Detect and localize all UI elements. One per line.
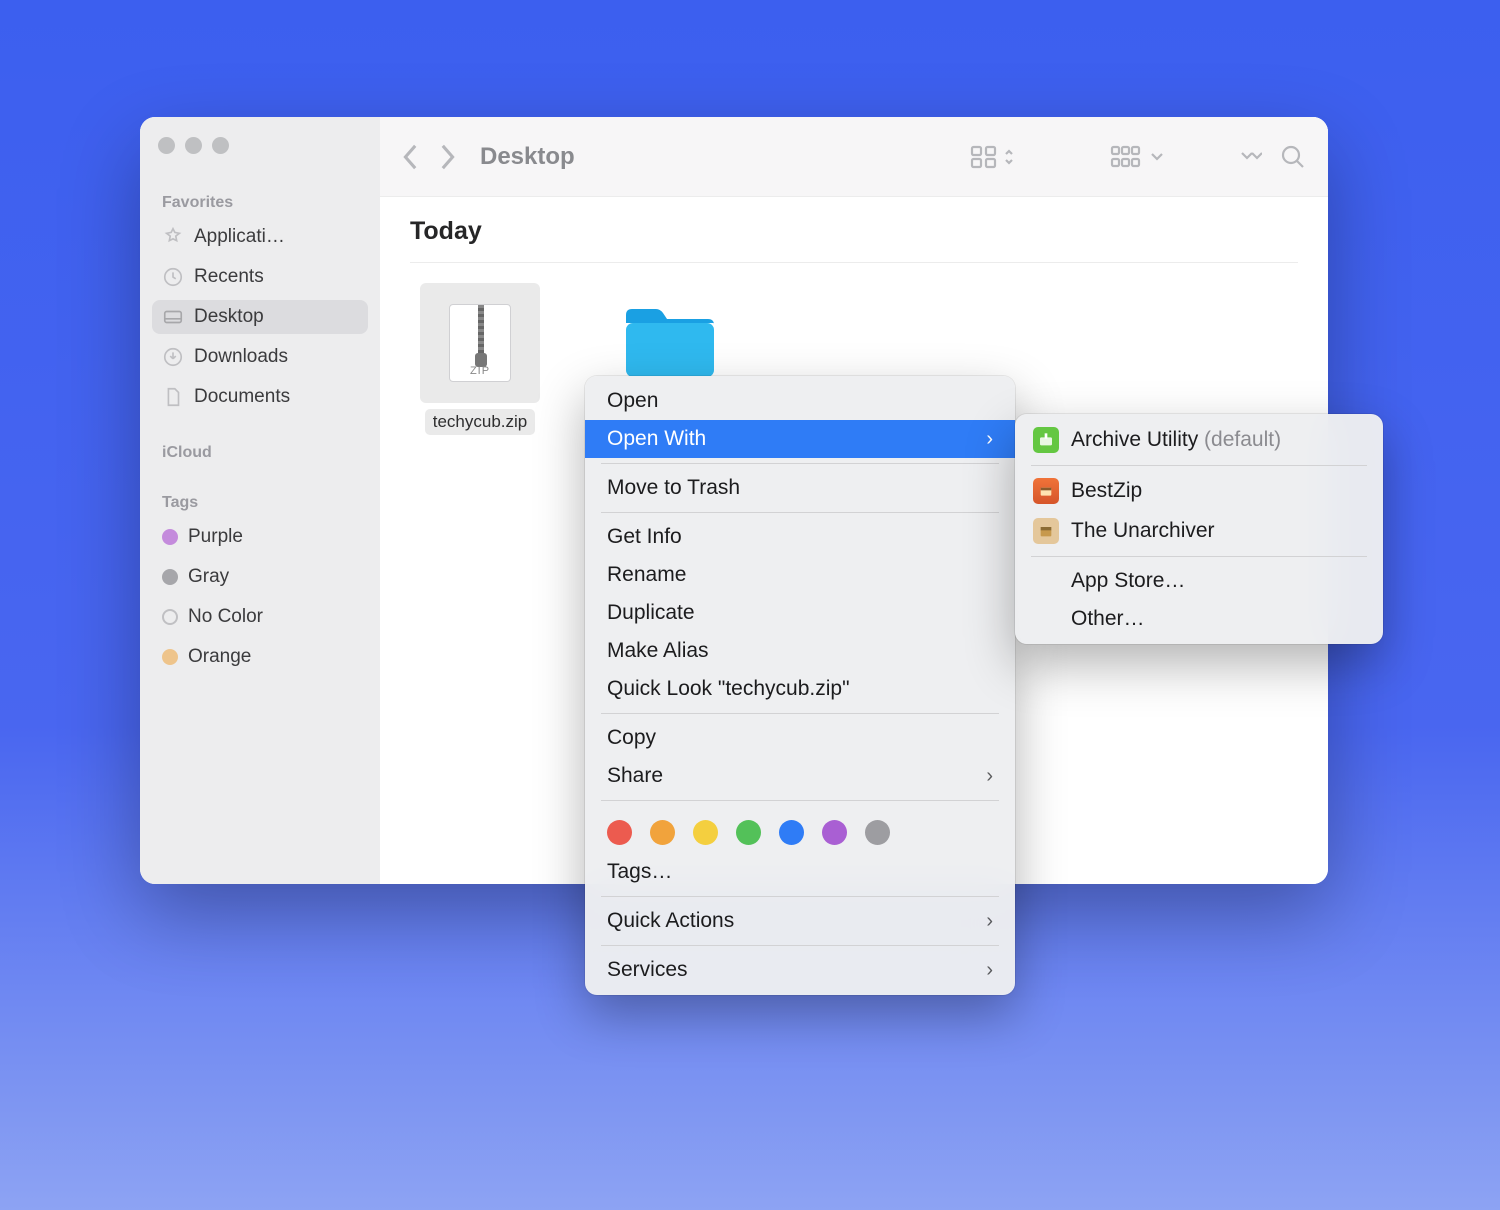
sidebar-item-downloads[interactable]: Downloads bbox=[152, 340, 368, 374]
sidebar-item-label: No Color bbox=[188, 606, 263, 628]
chevron-right-icon: › bbox=[986, 765, 993, 788]
chevron-right-icon: › bbox=[986, 959, 993, 982]
tag-color-blue[interactable] bbox=[779, 820, 804, 845]
sidebar-item-label: Orange bbox=[188, 646, 251, 668]
submenu-other[interactable]: Other… bbox=[1015, 600, 1383, 638]
tag-color-purple[interactable] bbox=[822, 820, 847, 845]
menu-make-alias[interactable]: Make Alias bbox=[585, 632, 1015, 670]
group-header-today: Today bbox=[410, 217, 1298, 263]
menu-open-with[interactable]: Open With › bbox=[585, 420, 1015, 458]
menu-separator bbox=[601, 463, 999, 464]
menu-open[interactable]: Open bbox=[585, 382, 1015, 420]
view-groups-button[interactable] bbox=[1110, 144, 1164, 170]
sidebar-item-documents[interactable]: Documents bbox=[152, 380, 368, 414]
archive-utility-icon bbox=[1033, 427, 1059, 453]
menu-separator bbox=[601, 713, 999, 714]
sidebar-item-desktop[interactable]: Desktop bbox=[152, 300, 368, 334]
submenu-item-label: Archive Utility bbox=[1071, 428, 1198, 451]
tag-color-yellow[interactable] bbox=[693, 820, 718, 845]
submenu-app-store[interactable]: App Store… bbox=[1015, 562, 1383, 600]
forward-button[interactable] bbox=[438, 143, 456, 171]
toolbar-overflow-button[interactable] bbox=[1240, 150, 1262, 164]
sidebar-tag-orange[interactable]: Orange bbox=[152, 640, 368, 674]
sidebar-item-label: Purple bbox=[188, 526, 243, 548]
tag-color-red[interactable] bbox=[607, 820, 632, 845]
menu-separator bbox=[601, 896, 999, 897]
sidebar-item-label: Desktop bbox=[194, 306, 264, 328]
context-menu: Open Open With › Move to Trash Get Info … bbox=[585, 376, 1015, 995]
menu-tag-colors bbox=[585, 806, 1015, 853]
submenu-item-label: Other… bbox=[1071, 607, 1145, 631]
sidebar-item-label: Applicati… bbox=[194, 226, 285, 248]
minimize-button[interactable] bbox=[185, 137, 202, 154]
sidebar-tag-purple[interactable]: Purple bbox=[152, 520, 368, 554]
unarchiver-icon bbox=[1033, 518, 1059, 544]
sidebar-item-applications[interactable]: Applicati… bbox=[152, 220, 368, 254]
toolbar: Desktop bbox=[380, 117, 1328, 197]
maximize-button[interactable] bbox=[212, 137, 229, 154]
menu-tags[interactable]: Tags… bbox=[585, 853, 1015, 891]
sidebar-item-label: Gray bbox=[188, 566, 229, 588]
default-suffix: (default) bbox=[1204, 428, 1281, 451]
tag-dot-icon bbox=[162, 609, 178, 625]
sidebar-section-tags: Tags bbox=[152, 488, 368, 514]
sidebar-item-recents[interactable]: Recents bbox=[152, 260, 368, 294]
menu-rename[interactable]: Rename bbox=[585, 556, 1015, 594]
sidebar-section-favorites: Favorites bbox=[152, 188, 368, 214]
tag-color-green[interactable] bbox=[736, 820, 761, 845]
search-button[interactable] bbox=[1280, 144, 1306, 170]
submenu-item-label: BestZip bbox=[1071, 479, 1142, 503]
zip-file-icon: ZIP bbox=[420, 283, 540, 403]
chevron-right-icon: › bbox=[986, 428, 993, 451]
close-button[interactable] bbox=[158, 137, 175, 154]
file-name-label: techycub.zip bbox=[425, 409, 536, 435]
zip-badge: ZIP bbox=[450, 365, 510, 377]
clock-icon bbox=[162, 266, 184, 288]
sidebar: Favorites Applicati… Recents Desktop Dow… bbox=[140, 117, 380, 884]
submenu-archive-utility[interactable]: Archive Utility (default) bbox=[1015, 420, 1383, 460]
sidebar-item-label: Documents bbox=[194, 386, 290, 408]
sidebar-item-label: Recents bbox=[194, 266, 264, 288]
sidebar-section-icloud: iCloud bbox=[152, 438, 368, 464]
tag-color-gray[interactable] bbox=[865, 820, 890, 845]
submenu-unarchiver[interactable]: The Unarchiver bbox=[1015, 511, 1383, 551]
menu-services[interactable]: Services › bbox=[585, 951, 1015, 989]
file-item-zip[interactable]: ZIP techycub.zip bbox=[410, 283, 550, 435]
submenu-item-label: The Unarchiver bbox=[1071, 519, 1215, 543]
applications-icon bbox=[162, 226, 184, 248]
menu-separator bbox=[1031, 556, 1367, 557]
chevron-right-icon: › bbox=[986, 910, 993, 933]
submenu-bestzip[interactable]: BestZip bbox=[1015, 471, 1383, 511]
menu-separator bbox=[1031, 465, 1367, 466]
menu-copy[interactable]: Copy bbox=[585, 719, 1015, 757]
menu-get-info[interactable]: Get Info bbox=[585, 518, 1015, 556]
tag-dot-icon bbox=[162, 649, 178, 665]
window-controls bbox=[152, 135, 368, 182]
toolbar-title: Desktop bbox=[480, 143, 952, 171]
menu-share[interactable]: Share › bbox=[585, 757, 1015, 795]
downloads-icon bbox=[162, 346, 184, 368]
menu-move-to-trash[interactable]: Move to Trash bbox=[585, 469, 1015, 507]
open-with-submenu: Archive Utility (default) BestZip The Un… bbox=[1015, 414, 1383, 644]
tag-dot-icon bbox=[162, 569, 178, 585]
menu-separator bbox=[601, 512, 999, 513]
bestzip-icon bbox=[1033, 478, 1059, 504]
menu-quick-actions[interactable]: Quick Actions › bbox=[585, 902, 1015, 940]
menu-separator bbox=[601, 945, 999, 946]
desktop-icon bbox=[162, 306, 184, 328]
sidebar-tag-nocolor[interactable]: No Color bbox=[152, 600, 368, 634]
sidebar-item-label: Downloads bbox=[194, 346, 288, 368]
tag-dot-icon bbox=[162, 529, 178, 545]
document-icon bbox=[162, 386, 184, 408]
menu-quick-look[interactable]: Quick Look "techycub.zip" bbox=[585, 670, 1015, 708]
submenu-item-label: App Store… bbox=[1071, 569, 1185, 593]
sidebar-tag-gray[interactable]: Gray bbox=[152, 560, 368, 594]
view-icons-button[interactable] bbox=[970, 144, 1014, 170]
back-button[interactable] bbox=[402, 143, 420, 171]
menu-duplicate[interactable]: Duplicate bbox=[585, 594, 1015, 632]
tag-color-orange[interactable] bbox=[650, 820, 675, 845]
menu-separator bbox=[601, 800, 999, 801]
